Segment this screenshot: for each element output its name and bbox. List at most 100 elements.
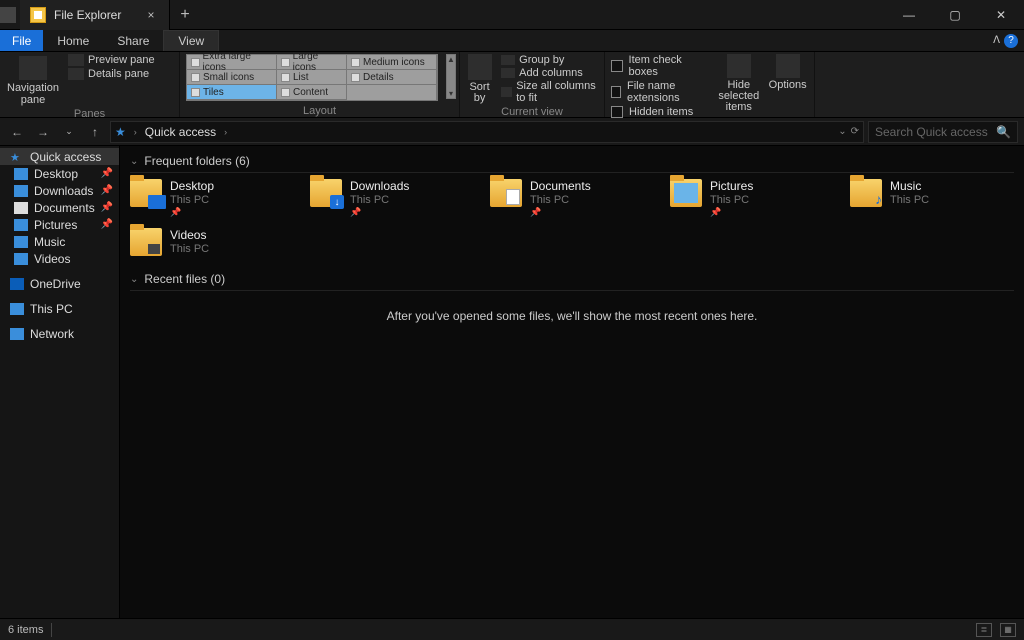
sidebar-item-music[interactable]: Music xyxy=(0,233,119,250)
sidebar-item-this-pc[interactable]: This PC xyxy=(0,300,119,317)
navigation-pane-button[interactable]: Navigation pane xyxy=(6,54,60,106)
music-icon xyxy=(14,236,28,248)
chevron-right-icon: › xyxy=(134,127,137,137)
search-input[interactable]: Search Quick access 🔍 xyxy=(868,121,1018,143)
tab-close-icon[interactable]: × xyxy=(143,8,159,22)
empty-recent-message: After you've opened some files, we'll sh… xyxy=(130,297,1014,335)
navigation-pane-icon xyxy=(19,56,47,80)
help-icon[interactable]: ? xyxy=(1004,34,1018,48)
preview-pane-button[interactable]: Preview pane xyxy=(68,54,155,66)
new-tab-button[interactable]: + xyxy=(170,6,200,24)
add-columns-button[interactable]: Add columns xyxy=(501,67,598,79)
layout-content[interactable]: Content xyxy=(277,85,347,100)
group-label-layout: Layout xyxy=(186,103,453,117)
search-icon: 🔍 xyxy=(996,125,1011,139)
network-icon xyxy=(10,328,24,340)
close-button[interactable]: ✕ xyxy=(978,0,1024,30)
layout-list[interactable]: List xyxy=(277,70,347,85)
nav-recent-button[interactable]: ⌄ xyxy=(58,121,80,143)
sidebar-item-documents[interactable]: Documents📌 xyxy=(0,199,119,216)
divider xyxy=(51,623,52,637)
layout-details[interactable]: Details xyxy=(347,70,437,85)
add-columns-icon xyxy=(501,68,515,78)
hide-selected-icon xyxy=(727,54,751,78)
menu-file[interactable]: File xyxy=(0,30,43,51)
star-icon: ★ xyxy=(10,151,24,163)
group-label-panes: Panes xyxy=(6,106,173,120)
layout-scroll[interactable]: ▲▾ xyxy=(446,54,456,99)
layout-medium[interactable]: Medium icons xyxy=(347,55,437,70)
window-tab[interactable]: File Explorer × xyxy=(20,0,170,30)
address-bar-row: ← → ⌄ ↑ ★ › Quick access › ⌄ ⟳ Search Qu… xyxy=(0,118,1024,146)
folder-icon xyxy=(310,179,342,207)
breadcrumb-segment[interactable]: Quick access xyxy=(145,125,216,139)
sort-icon xyxy=(468,54,492,80)
size-columns-icon xyxy=(501,87,512,97)
folder-music[interactable]: MusicThis PC xyxy=(850,179,1000,218)
address-dropdown-icon[interactable]: ⌄ xyxy=(838,126,846,137)
hide-selected-button[interactable]: Hide selected items xyxy=(718,54,759,113)
onedrive-icon xyxy=(10,278,24,290)
size-columns-button[interactable]: Size all columns to fit xyxy=(501,80,598,104)
chevron-right-icon[interactable]: › xyxy=(224,127,227,137)
recent-files-header[interactable]: ⌄ Recent files (0) xyxy=(130,268,1014,291)
status-bar: 6 items ≣ ▦ xyxy=(0,618,1024,640)
menu-share[interactable]: Share xyxy=(103,30,163,51)
hidden-items-toggle[interactable]: Hidden items xyxy=(611,106,710,118)
sidebar-item-downloads[interactable]: Downloads📌 xyxy=(0,182,119,199)
details-view-button[interactable]: ≣ xyxy=(976,623,992,637)
menubar: File Home Share View ᐱ ? xyxy=(0,30,1024,52)
checkbox-icon xyxy=(611,86,621,98)
sidebar-item-network[interactable]: Network xyxy=(0,325,119,342)
desktop-icon xyxy=(14,168,28,180)
item-check-boxes-toggle[interactable]: Item check boxes xyxy=(611,54,710,78)
options-button[interactable]: Options xyxy=(767,54,808,91)
ribbon: Navigation pane Preview pane Details pan… xyxy=(0,52,1024,118)
sidebar-item-pictures[interactable]: Pictures📌 xyxy=(0,216,119,233)
layout-extra-large[interactable]: Extra large icons xyxy=(187,55,277,70)
sidebar-item-videos[interactable]: Videos xyxy=(0,250,119,267)
folder-documents[interactable]: DocumentsThis PC📌 xyxy=(490,179,640,218)
sort-by-button[interactable]: Sort by xyxy=(466,54,493,104)
frequent-folders-header[interactable]: ⌄ Frequent folders (6) xyxy=(130,150,1014,173)
file-extensions-toggle[interactable]: File name extensions xyxy=(611,80,710,104)
sidebar-item-desktop[interactable]: Desktop📌 xyxy=(0,165,119,182)
folder-desktop[interactable]: DesktopThis PC📌 xyxy=(130,179,280,218)
folder-icon xyxy=(850,179,882,207)
app-system-icon[interactable] xyxy=(0,7,20,23)
menu-home[interactable]: Home xyxy=(43,30,103,51)
nav-forward-button[interactable]: → xyxy=(32,121,54,143)
layout-large[interactable]: Large icons xyxy=(277,55,347,70)
pin-icon: 📌 xyxy=(350,207,409,218)
layout-small[interactable]: Small icons xyxy=(187,70,277,85)
ribbon-collapse-icon[interactable]: ᐱ xyxy=(993,35,1000,46)
options-icon xyxy=(776,54,800,78)
menu-view[interactable]: View xyxy=(163,30,219,51)
folder-icon xyxy=(490,179,522,207)
folder-pictures[interactable]: PicturesThis PC📌 xyxy=(670,179,820,218)
chevron-down-icon: ⌄ xyxy=(130,156,138,167)
titlebar: File Explorer × + — ▢ ✕ xyxy=(0,0,1024,30)
group-by-button[interactable]: Group by xyxy=(501,54,598,66)
checkbox-icon xyxy=(611,60,623,72)
sidebar-item-quick-access[interactable]: ★Quick access xyxy=(0,148,119,165)
address-bar[interactable]: ★ › Quick access › ⌄ ⟳ xyxy=(110,121,864,143)
layout-tiles[interactable]: Tiles xyxy=(187,85,277,100)
maximize-button[interactable]: ▢ xyxy=(932,0,978,30)
pin-icon: 📌 xyxy=(710,207,753,218)
content-area: ⌄ Frequent folders (6) DesktopThis PC📌 D… xyxy=(120,146,1024,618)
details-pane-button[interactable]: Details pane xyxy=(68,68,155,80)
folder-downloads[interactable]: DownloadsThis PC📌 xyxy=(310,179,460,218)
layout-gallery[interactable]: Extra large icons Large icons Medium ico… xyxy=(186,54,438,101)
folder-videos[interactable]: VideosThis PC xyxy=(130,228,280,256)
refresh-button[interactable]: ⟳ xyxy=(851,126,859,137)
pin-icon: 📌 xyxy=(101,185,113,196)
tiles-view-button[interactable]: ▦ xyxy=(1000,623,1016,637)
nav-back-button[interactable]: ← xyxy=(6,121,28,143)
nav-up-button[interactable]: ↑ xyxy=(84,121,106,143)
checkbox-icon xyxy=(611,106,623,118)
folder-icon xyxy=(130,179,162,207)
downloads-icon xyxy=(14,185,28,197)
minimize-button[interactable]: — xyxy=(886,0,932,30)
sidebar-item-onedrive[interactable]: OneDrive xyxy=(0,275,119,292)
